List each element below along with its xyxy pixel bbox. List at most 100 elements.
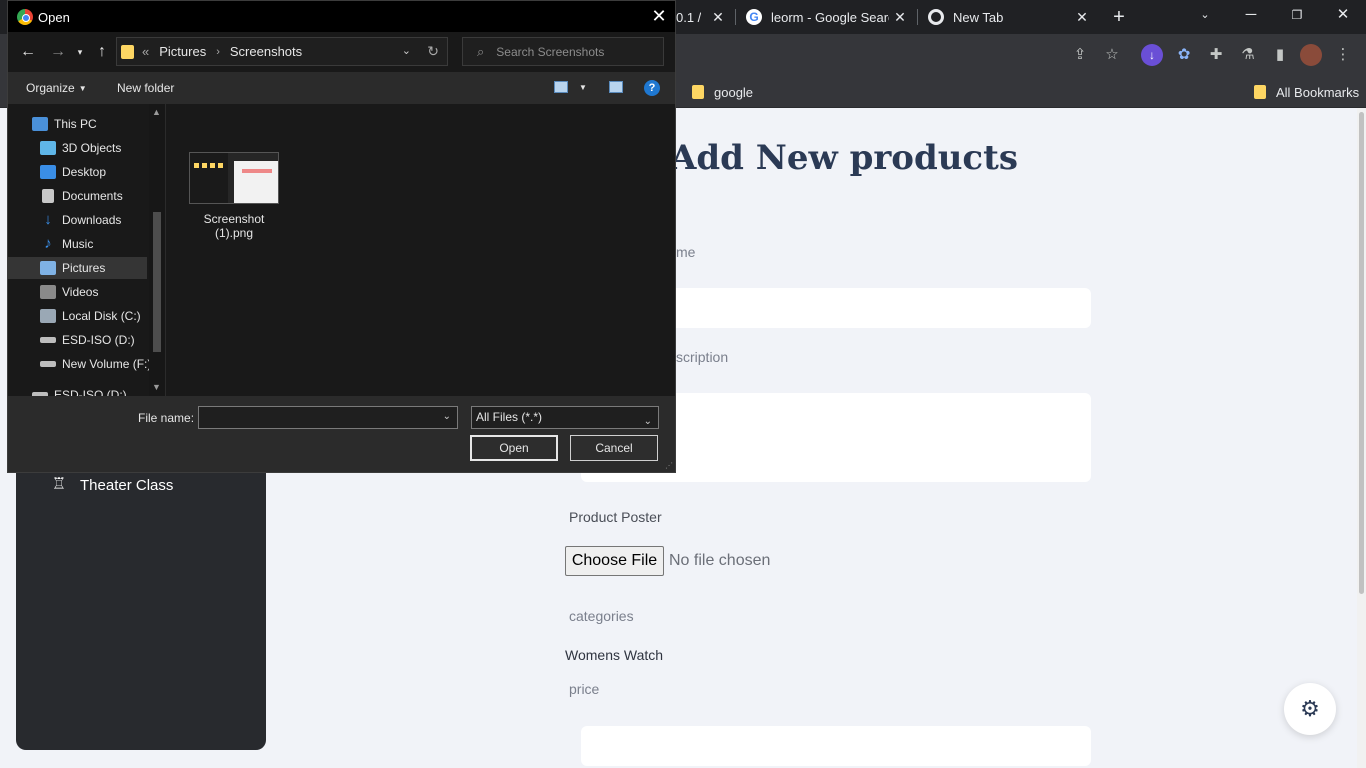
- tab-title: leorm - Google Searc: [771, 9, 889, 25]
- nav-item-desktop[interactable]: Desktop: [8, 161, 149, 183]
- breadcrumb[interactable]: « Pictures › Screenshots ⌄ ↻: [116, 37, 448, 66]
- nav-item-new-volume-f[interactable]: New Volume (F:): [8, 353, 152, 375]
- help-icon[interactable]: ?: [644, 80, 660, 96]
- videos-icon: [40, 285, 56, 299]
- minimize-button[interactable]: ─: [1228, 0, 1274, 30]
- file-item[interactable]: Screenshot (1).png: [188, 152, 280, 240]
- desktop-icon: [40, 165, 56, 179]
- back-arrow-icon[interactable]: ←: [18, 42, 38, 62]
- breadcrumb-overflow[interactable]: «: [142, 44, 149, 59]
- nav-item-documents[interactable]: Documents: [8, 185, 149, 207]
- recent-locations-chevron-icon[interactable]: ▾: [70, 42, 90, 62]
- dialog-footer: File name: ⌄ All Files (*.*) ⌄ Open Canc…: [8, 396, 675, 472]
- nav-item-label: Videos: [62, 285, 99, 299]
- file-type-value: All Files (*.*): [476, 410, 543, 424]
- nav-item-esd-iso-d-root[interactable]: ESD-ISO (D:): [8, 384, 149, 396]
- puzzle-icon[interactable]: ✚: [1205, 44, 1227, 66]
- refresh-icon[interactable]: ↻: [427, 43, 439, 60]
- google-icon: G: [746, 9, 762, 25]
- forward-arrow-icon[interactable]: →: [48, 42, 68, 62]
- up-arrow-icon[interactable]: ↑: [92, 42, 112, 62]
- price-input[interactable]: [581, 726, 1091, 766]
- nav-item-videos[interactable]: Videos: [8, 281, 149, 303]
- scroll-down-icon[interactable]: ▼: [152, 382, 161, 392]
- close-icon[interactable]: ✕: [710, 9, 726, 25]
- description-label: scription: [676, 349, 729, 365]
- dialog-title: Open: [38, 10, 70, 25]
- organize-menu[interactable]: Organize ▼: [26, 81, 87, 95]
- bookmark-star-icon[interactable]: ☆: [1101, 44, 1123, 66]
- chevron-down-icon[interactable]: ⌄: [402, 44, 411, 57]
- drive-icon: [40, 361, 56, 367]
- category-select[interactable]: Womens Watch: [565, 647, 663, 663]
- file-type-select[interactable]: All Files (*.*) ⌄: [471, 406, 659, 429]
- restore-button[interactable]: ❐: [1274, 0, 1320, 30]
- theater-icon: ♖: [51, 476, 67, 493]
- folder-icon: [1254, 85, 1266, 99]
- labs-icon[interactable]: ⚗: [1237, 44, 1259, 66]
- dialog-command-bar: Organize ▼ New folder ▼ ?: [8, 72, 675, 104]
- breadcrumb-pictures[interactable]: Pictures: [159, 44, 206, 59]
- nav-item-music[interactable]: ♪ Music: [8, 233, 149, 255]
- organize-label: Organize: [26, 81, 75, 95]
- open-file-dialog: Open ✕ ← → ▾ ↑ « Pictures › Screenshots …: [7, 0, 676, 473]
- new-tab-button[interactable]: +: [1108, 6, 1130, 28]
- scrollbar-thumb[interactable]: [153, 212, 161, 352]
- breadcrumb-screenshots[interactable]: Screenshots: [230, 44, 302, 59]
- search-input[interactable]: ⌕ Search Screenshots: [462, 37, 664, 66]
- resize-grip-icon[interactable]: ⋰: [665, 461, 673, 470]
- file-name-input[interactable]: ⌄: [198, 406, 458, 429]
- sidebar-item-label: Theater Class: [80, 476, 174, 494]
- nav-item-this-pc[interactable]: This PC: [8, 113, 149, 135]
- side-panel-icon[interactable]: ▮: [1269, 44, 1291, 66]
- nav-item-label: This PC: [54, 117, 97, 131]
- music-icon: ♪: [44, 235, 52, 252]
- nav-item-pictures[interactable]: Pictures: [8, 257, 147, 279]
- scroll-up-icon[interactable]: ▲: [152, 107, 161, 117]
- all-bookmarks[interactable]: All Bookmarks: [1254, 82, 1359, 102]
- share-icon[interactable]: ⇪: [1069, 44, 1091, 66]
- tab-localhost[interactable]: 0.1 / ✕: [676, 0, 732, 34]
- nav-item-label: Desktop: [62, 165, 107, 179]
- close-icon[interactable]: ✕: [1074, 9, 1090, 25]
- nav-item-label: Music: [62, 237, 94, 251]
- view-options-chevron-icon[interactable]: ▼: [579, 83, 587, 92]
- nav-item-label: New Volume (F:): [62, 357, 152, 371]
- preview-pane-icon[interactable]: [609, 81, 623, 93]
- dialog-close-icon[interactable]: ✕: [649, 5, 669, 27]
- cancel-button[interactable]: Cancel: [570, 435, 658, 461]
- close-icon[interactable]: ✕: [892, 9, 908, 25]
- menu-icon[interactable]: ⋮: [1332, 44, 1354, 66]
- nav-item-esd-iso-d[interactable]: ESD-ISO (D:): [8, 329, 149, 351]
- settings-gear-button[interactable]: ⚙: [1284, 683, 1336, 735]
- change-view-icon[interactable]: [554, 81, 568, 93]
- download-extension-icon[interactable]: ↓: [1141, 44, 1163, 66]
- tab-separator: [735, 9, 736, 25]
- nav-item-label: ESD-ISO (D:): [54, 388, 127, 396]
- tab-search-icon[interactable]: ⌄: [1182, 0, 1228, 30]
- file-list: Screenshot (1).png: [166, 104, 675, 396]
- bookmark-label: google: [714, 84, 754, 100]
- nav-item-label: Local Disk (C:): [62, 309, 141, 323]
- chevron-down-icon[interactable]: ⌄: [443, 411, 451, 422]
- navigation-scrollbar[interactable]: ▲ ▼: [149, 104, 165, 396]
- avatar[interactable]: [1300, 44, 1322, 66]
- scrollbar-thumb[interactable]: [1359, 112, 1364, 594]
- folder-icon: [121, 44, 134, 59]
- nav-item-local-disk-c[interactable]: Local Disk (C:): [8, 305, 149, 327]
- file-name-line: (1).png: [214, 226, 254, 240]
- nav-item-downloads[interactable]: ↓ Downloads: [8, 209, 149, 231]
- open-button[interactable]: Open: [470, 435, 558, 461]
- tab-new-tab[interactable]: New Tab ✕: [928, 0, 1096, 34]
- bookmark-google[interactable]: google: [692, 82, 753, 102]
- tab-title: 0.1 /: [676, 9, 702, 25]
- sidebar-item-theater-class[interactable]: ♖ Theater Class: [50, 476, 174, 494]
- nav-item-3d-objects[interactable]: 3D Objects: [8, 137, 149, 159]
- image-thumbnail: [189, 152, 279, 204]
- new-folder-button[interactable]: New folder: [117, 81, 174, 95]
- page-scrollbar[interactable]: [1357, 108, 1366, 768]
- extension-icon[interactable]: ✿: [1173, 44, 1195, 66]
- tab-google-search[interactable]: G leorm - Google Searc ✕: [746, 0, 914, 34]
- choose-file-button[interactable]: Choose File: [565, 546, 664, 576]
- window-close-button[interactable]: ✕: [1320, 0, 1366, 30]
